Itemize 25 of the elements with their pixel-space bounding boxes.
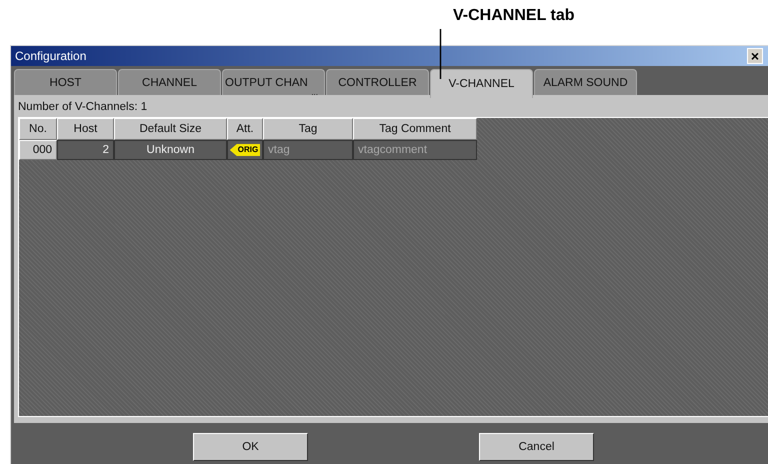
tab[interactable]: HOST — [14, 69, 117, 95]
tab[interactable]: CONTROLLER — [326, 69, 429, 95]
table-cell: vtag — [263, 140, 353, 160]
column-header[interactable]: Tag Comment — [353, 118, 477, 140]
table-cell: 2 — [57, 140, 114, 160]
cancel-button[interactable]: Cancel — [479, 433, 594, 461]
window-title: Configuration — [15, 49, 86, 63]
column-header[interactable]: Att. — [227, 118, 263, 140]
table-cell: 000 — [19, 140, 57, 160]
tab[interactable]: OUTPUT CHAN ... — [222, 69, 325, 95]
tab[interactable]: CHANNEL — [118, 69, 221, 95]
close-button[interactable]: × — [747, 48, 763, 64]
callout-label: V-CHANNEL tab — [453, 7, 574, 25]
tab[interactable]: V-CHANNEL — [430, 69, 533, 98]
column-header[interactable]: Tag — [263, 118, 353, 140]
leader-line — [439, 29, 442, 79]
table-cell: Unknown — [114, 140, 227, 160]
attribute-badge: ORIG — [230, 144, 260, 156]
channel-count: Number of V-Channels: 1 — [18, 100, 148, 115]
ok-button[interactable]: OK — [193, 433, 308, 461]
tab[interactable]: ALARM SOUND — [534, 69, 637, 95]
table-cell: vtagcomment — [353, 140, 477, 160]
column-header[interactable]: Default Size — [114, 118, 227, 140]
column-header[interactable]: No. — [19, 118, 57, 140]
column-header[interactable]: Host — [57, 118, 114, 140]
